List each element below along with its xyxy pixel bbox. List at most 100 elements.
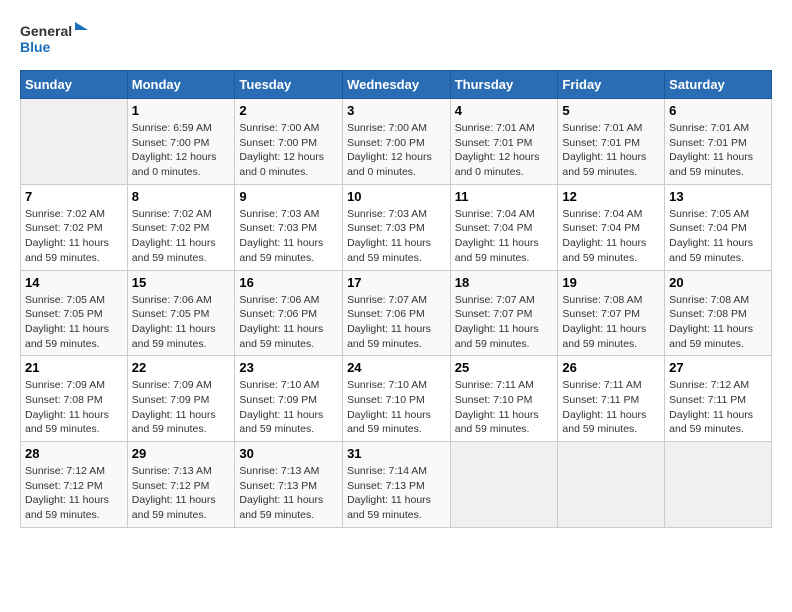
day-cell: 19Sunrise: 7:08 AM Sunset: 7:07 PM Dayli… <box>558 270 665 356</box>
page-header: GeneralBlue <box>20 20 772 60</box>
day-info: Sunrise: 7:07 AM Sunset: 7:07 PM Dayligh… <box>455 293 554 352</box>
week-row-0: 1 Sunrise: 6:59 AM Sunset: 7:00 PM Daylig… <box>21 99 772 185</box>
day-number: 3 <box>347 103 446 118</box>
day-info: Sunrise: 7:03 AM Sunset: 7:03 PM Dayligh… <box>347 207 446 266</box>
day-info: Sunrise: 7:07 AM Sunset: 7:06 PM Dayligh… <box>347 293 446 352</box>
day-info: Sunrise: 7:10 AM Sunset: 7:10 PM Dayligh… <box>347 378 446 437</box>
logo-svg: GeneralBlue <box>20 20 90 60</box>
day-cell: 4 Sunrise: 7:01 AM Sunset: 7:01 PM Daylig… <box>450 99 558 185</box>
day-number: 29 <box>132 446 231 461</box>
day-number: 17 <box>347 275 446 290</box>
day-info: Sunrise: 7:01 AM Sunset: 7:01 PM Dayligh… <box>562 121 660 180</box>
day-cell: 21 Sunrise: 7:09 AM Sunset: 7:08 PM Dayli… <box>21 356 128 442</box>
day-info: Sunrise: 7:08 AM Sunset: 7:08 PM Dayligh… <box>669 293 767 352</box>
day-info: Sunrise: 7:02 AM Sunset: 7:02 PM Dayligh… <box>25 207 123 266</box>
day-number: 19 <box>562 275 660 290</box>
day-number: 23 <box>239 360 338 375</box>
day-number: 24 <box>347 360 446 375</box>
day-cell: 15 Sunrise: 7:06 AM Sunset: 7:05 PM Dayli… <box>127 270 235 356</box>
day-info: Sunrise: 7:06 AM Sunset: 7:05 PM Dayligh… <box>132 293 231 352</box>
day-info: Sunrise: 7:11 AM Sunset: 7:11 PM Dayligh… <box>562 378 660 437</box>
day-number: 11 <box>455 189 554 204</box>
day-info: Sunrise: 6:59 AM Sunset: 7:00 PM Dayligh… <box>132 121 231 180</box>
day-info: Sunrise: 7:12 AM Sunset: 7:11 PM Dayligh… <box>669 378 767 437</box>
day-number: 13 <box>669 189 767 204</box>
day-number: 10 <box>347 189 446 204</box>
day-number: 27 <box>669 360 767 375</box>
day-number: 5 <box>562 103 660 118</box>
day-cell: 5 Sunrise: 7:01 AM Sunset: 7:01 PM Daylig… <box>558 99 665 185</box>
day-info: Sunrise: 7:05 AM Sunset: 7:05 PM Dayligh… <box>25 293 123 352</box>
day-cell: 9 Sunrise: 7:03 AM Sunset: 7:03 PM Daylig… <box>235 184 343 270</box>
day-cell: 13 Sunrise: 7:05 AM Sunset: 7:04 PM Dayli… <box>665 184 772 270</box>
day-info: Sunrise: 7:13 AM Sunset: 7:13 PM Dayligh… <box>239 464 338 523</box>
day-number: 4 <box>455 103 554 118</box>
day-number: 8 <box>132 189 231 204</box>
day-number: 15 <box>132 275 231 290</box>
day-number: 22 <box>132 360 231 375</box>
calendar-header: SundayMondayTuesdayWednesdayThursdayFrid… <box>21 71 772 99</box>
day-info: Sunrise: 7:05 AM Sunset: 7:04 PM Dayligh… <box>669 207 767 266</box>
day-cell <box>558 442 665 528</box>
header-cell-tuesday: Tuesday <box>235 71 343 99</box>
day-info: Sunrise: 7:13 AM Sunset: 7:12 PM Dayligh… <box>132 464 231 523</box>
day-cell <box>21 99 128 185</box>
day-cell: 30 Sunrise: 7:13 AM Sunset: 7:13 PM Dayli… <box>235 442 343 528</box>
header-row: SundayMondayTuesdayWednesdayThursdayFrid… <box>21 71 772 99</box>
day-cell: 28 Sunrise: 7:12 AM Sunset: 7:12 PM Dayli… <box>21 442 128 528</box>
day-number: 2 <box>239 103 338 118</box>
day-number: 20 <box>669 275 767 290</box>
day-number: 25 <box>455 360 554 375</box>
week-row-1: 7Sunrise: 7:02 AM Sunset: 7:02 PM Daylig… <box>21 184 772 270</box>
week-row-3: 21 Sunrise: 7:09 AM Sunset: 7:08 PM Dayli… <box>21 356 772 442</box>
header-cell-thursday: Thursday <box>450 71 558 99</box>
day-number: 14 <box>25 275 123 290</box>
day-number: 26 <box>562 360 660 375</box>
day-cell: 10 Sunrise: 7:03 AM Sunset: 7:03 PM Dayli… <box>343 184 451 270</box>
day-info: Sunrise: 7:06 AM Sunset: 7:06 PM Dayligh… <box>239 293 338 352</box>
day-cell: 23 Sunrise: 7:10 AM Sunset: 7:09 PM Dayli… <box>235 356 343 442</box>
day-number: 18 <box>455 275 554 290</box>
day-cell: 27 Sunrise: 7:12 AM Sunset: 7:11 PM Dayli… <box>665 356 772 442</box>
day-info: Sunrise: 7:04 AM Sunset: 7:04 PM Dayligh… <box>562 207 660 266</box>
svg-text:General: General <box>20 23 72 39</box>
day-number: 6 <box>669 103 767 118</box>
day-info: Sunrise: 7:02 AM Sunset: 7:02 PM Dayligh… <box>132 207 231 266</box>
header-cell-monday: Monday <box>127 71 235 99</box>
header-cell-wednesday: Wednesday <box>343 71 451 99</box>
day-cell <box>450 442 558 528</box>
day-cell: 12 Sunrise: 7:04 AM Sunset: 7:04 PM Dayli… <box>558 184 665 270</box>
day-cell: 16 Sunrise: 7:06 AM Sunset: 7:06 PM Dayli… <box>235 270 343 356</box>
day-cell: 6 Sunrise: 7:01 AM Sunset: 7:01 PM Daylig… <box>665 99 772 185</box>
day-cell: 24 Sunrise: 7:10 AM Sunset: 7:10 PM Dayli… <box>343 356 451 442</box>
day-number: 12 <box>562 189 660 204</box>
day-cell: 20 Sunrise: 7:08 AM Sunset: 7:08 PM Dayli… <box>665 270 772 356</box>
day-cell: 3Sunrise: 7:00 AM Sunset: 7:00 PM Daylig… <box>343 99 451 185</box>
day-info: Sunrise: 7:11 AM Sunset: 7:10 PM Dayligh… <box>455 378 554 437</box>
day-info: Sunrise: 7:00 AM Sunset: 7:00 PM Dayligh… <box>239 121 338 180</box>
day-cell: 2 Sunrise: 7:00 AM Sunset: 7:00 PM Daylig… <box>235 99 343 185</box>
day-info: Sunrise: 7:03 AM Sunset: 7:03 PM Dayligh… <box>239 207 338 266</box>
day-info: Sunrise: 7:01 AM Sunset: 7:01 PM Dayligh… <box>455 121 554 180</box>
day-cell: 25 Sunrise: 7:11 AM Sunset: 7:10 PM Dayli… <box>450 356 558 442</box>
day-cell: 1 Sunrise: 6:59 AM Sunset: 7:00 PM Daylig… <box>127 99 235 185</box>
day-info: Sunrise: 7:12 AM Sunset: 7:12 PM Dayligh… <box>25 464 123 523</box>
calendar-body: 1 Sunrise: 6:59 AM Sunset: 7:00 PM Daylig… <box>21 99 772 528</box>
day-number: 16 <box>239 275 338 290</box>
day-number: 1 <box>132 103 231 118</box>
day-number: 9 <box>239 189 338 204</box>
day-info: Sunrise: 7:01 AM Sunset: 7:01 PM Dayligh… <box>669 121 767 180</box>
day-info: Sunrise: 7:09 AM Sunset: 7:09 PM Dayligh… <box>132 378 231 437</box>
day-number: 28 <box>25 446 123 461</box>
day-cell: 17 Sunrise: 7:07 AM Sunset: 7:06 PM Dayli… <box>343 270 451 356</box>
day-cell: 18 Sunrise: 7:07 AM Sunset: 7:07 PM Dayli… <box>450 270 558 356</box>
day-cell: 7Sunrise: 7:02 AM Sunset: 7:02 PM Daylig… <box>21 184 128 270</box>
day-number: 21 <box>25 360 123 375</box>
day-cell: 29 Sunrise: 7:13 AM Sunset: 7:12 PM Dayli… <box>127 442 235 528</box>
header-cell-friday: Friday <box>558 71 665 99</box>
week-row-4: 28 Sunrise: 7:12 AM Sunset: 7:12 PM Dayli… <box>21 442 772 528</box>
day-info: Sunrise: 7:10 AM Sunset: 7:09 PM Dayligh… <box>239 378 338 437</box>
day-number: 30 <box>239 446 338 461</box>
day-cell: 26 Sunrise: 7:11 AM Sunset: 7:11 PM Dayli… <box>558 356 665 442</box>
day-info: Sunrise: 7:09 AM Sunset: 7:08 PM Dayligh… <box>25 378 123 437</box>
